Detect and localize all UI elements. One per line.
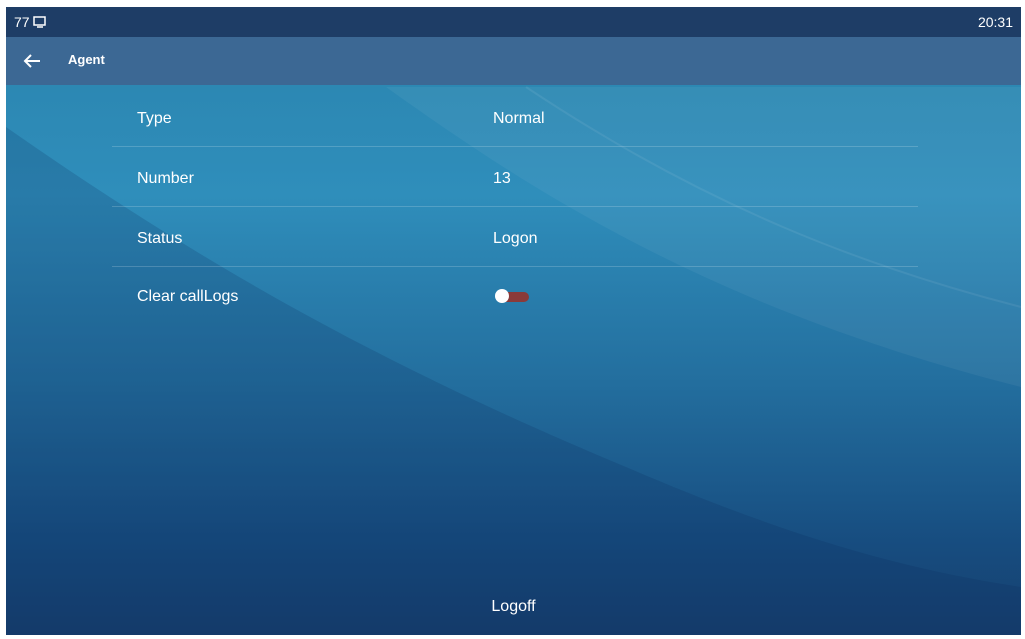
row-clear-calllogs: Clear callLogs [112, 267, 918, 325]
clear-calllogs-label: Clear callLogs [137, 288, 239, 305]
row-divider [112, 206, 918, 207]
logoff-button[interactable]: Logoff [6, 579, 1021, 635]
status-number: 77 [14, 14, 30, 30]
toggle-knob [495, 289, 509, 303]
type-label: Type [137, 110, 172, 127]
status-value: Logon [493, 230, 538, 247]
number-value: 13 [493, 170, 511, 187]
number-label: Number [137, 170, 194, 187]
status-time: 20:31 [977, 14, 1013, 30]
status-label: Status [137, 230, 183, 247]
page-title: Agent [68, 52, 105, 67]
status-bar: 77 20:31 [6, 7, 1021, 37]
screen-icon [32, 16, 46, 28]
header-bar: Agent [6, 37, 1021, 85]
back-arrow-icon [23, 54, 40, 68]
phone-screen: 77 20:31 Agent Type Normal Number 13 Sta… [6, 7, 1021, 635]
row-status[interactable]: Status Logon [112, 209, 918, 267]
clear-calllogs-toggle[interactable] [495, 289, 529, 303]
row-divider [112, 146, 918, 147]
row-type[interactable]: Type Normal [112, 89, 918, 147]
type-value: Normal [493, 110, 545, 127]
back-button[interactable] [20, 49, 44, 73]
row-number[interactable]: Number 13 [112, 149, 918, 207]
status-left: 77 [14, 14, 47, 30]
